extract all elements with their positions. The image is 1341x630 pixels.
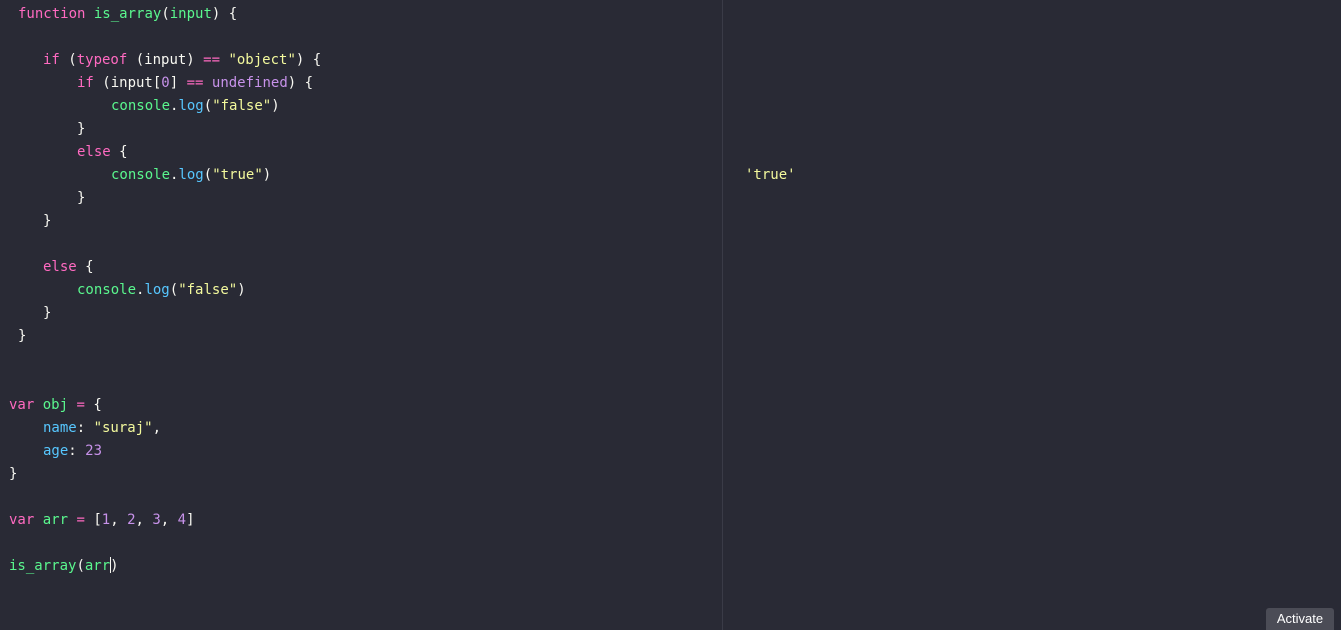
code-token: ) [262, 167, 272, 183]
code-token: } [77, 121, 86, 137]
code-token: if [77, 75, 94, 91]
code-line[interactable]: if (typeof (input) == "object") { [43, 49, 321, 72]
code-line[interactable]: age: 23 [43, 440, 102, 463]
code-token: ) { [287, 75, 314, 91]
code-token: "object" [228, 52, 296, 68]
code-token: age [43, 443, 69, 459]
code-token: } [9, 466, 18, 482]
code-token: : [68, 443, 86, 459]
code-token: (input) [127, 52, 204, 68]
code-token: [ [84, 512, 102, 528]
code-token: : [76, 420, 94, 436]
code-token: ( [203, 167, 213, 183]
code-token: log [144, 282, 170, 298]
code-line[interactable]: console.log("false") [111, 95, 280, 118]
code-token: log [178, 98, 204, 114]
code-token: 23 [85, 443, 103, 459]
code-token: 0 [161, 75, 170, 91]
code-token: obj [42, 397, 69, 413]
code-line[interactable]: } [9, 463, 17, 486]
code-token: "suraj" [93, 420, 153, 436]
code-editor[interactable]: function is_array(input) {if (typeof (in… [0, 0, 722, 630]
code-token: ) { [211, 6, 238, 22]
code-token: typeof [76, 52, 128, 68]
code-line[interactable]: if (input[0] == undefined) { [77, 72, 313, 95]
code-token: 4 [177, 512, 187, 528]
code-token: ( [169, 282, 179, 298]
code-token: } [18, 328, 27, 344]
code-token: var [9, 512, 35, 528]
code-token: (input[ [93, 75, 162, 91]
code-token: name [43, 420, 77, 436]
code-line[interactable]: console.log("true") [111, 164, 271, 187]
code-token: { [110, 144, 128, 160]
code-token: ) { [295, 52, 322, 68]
code-token: { [84, 397, 102, 413]
code-token: "false" [212, 98, 272, 114]
code-token: ( [161, 6, 170, 22]
code-line[interactable]: var obj = { [9, 394, 102, 417]
code-token: } [43, 213, 52, 229]
code-line[interactable]: var arr = [1, 2, 3, 4] [9, 509, 195, 532]
code-token: console [111, 167, 171, 183]
code-token: log [178, 167, 204, 183]
code-token: var [9, 397, 35, 413]
code-token: , [152, 420, 162, 436]
code-token: = [76, 397, 85, 413]
code-token: else [43, 259, 77, 275]
code-token: { [76, 259, 94, 275]
code-token: arr [42, 512, 69, 528]
code-token: if [43, 52, 60, 68]
code-token: ) [237, 282, 246, 298]
code-line[interactable]: is_array(arr) [9, 555, 119, 578]
code-token: } [77, 190, 86, 206]
code-token: , [110, 512, 128, 528]
code-token: is_array [93, 6, 162, 22]
code-line[interactable]: name: "suraj", [43, 417, 161, 440]
code-token: console [111, 98, 171, 114]
code-token: "false" [178, 282, 238, 298]
code-token: is_array [9, 558, 77, 574]
code-token: console [77, 282, 137, 298]
code-token: ( [203, 98, 213, 114]
code-token: ( [76, 558, 85, 574]
code-token: == [203, 52, 221, 68]
code-token: 2 [127, 512, 136, 528]
code-token: arr [84, 558, 111, 574]
code-token: function [18, 6, 86, 22]
code-token: , [135, 512, 153, 528]
activate-button[interactable]: Activate [1266, 608, 1334, 630]
code-token: input [169, 6, 212, 22]
code-line[interactable]: else { [77, 141, 128, 164]
code-token: else [77, 144, 111, 160]
code-line[interactable]: else { [43, 256, 94, 279]
code-token: ( [59, 52, 77, 68]
code-token: 3 [152, 512, 161, 528]
code-token: == [186, 75, 204, 91]
code-token: "true" [212, 167, 263, 183]
code-line[interactable]: function is_array(input) { [18, 3, 237, 26]
code-token: , [160, 512, 178, 528]
code-token: ] [186, 512, 195, 528]
code-token: ) [271, 98, 280, 114]
code-token: } [43, 305, 52, 321]
output-result: 'true' [745, 167, 796, 183]
code-token: ] [169, 75, 187, 91]
code-token: = [76, 512, 85, 528]
code-token: undefined [211, 75, 288, 91]
code-line[interactable]: console.log("false") [77, 279, 246, 302]
code-line[interactable]: } [77, 187, 85, 210]
code-line[interactable]: } [18, 325, 26, 348]
code-line[interactable]: } [43, 302, 51, 325]
code-token: ) [110, 558, 119, 574]
output-panel: 'true' [723, 0, 1341, 630]
code-line[interactable]: } [77, 118, 85, 141]
code-token: 1 [101, 512, 111, 528]
code-line[interactable]: } [43, 210, 51, 233]
